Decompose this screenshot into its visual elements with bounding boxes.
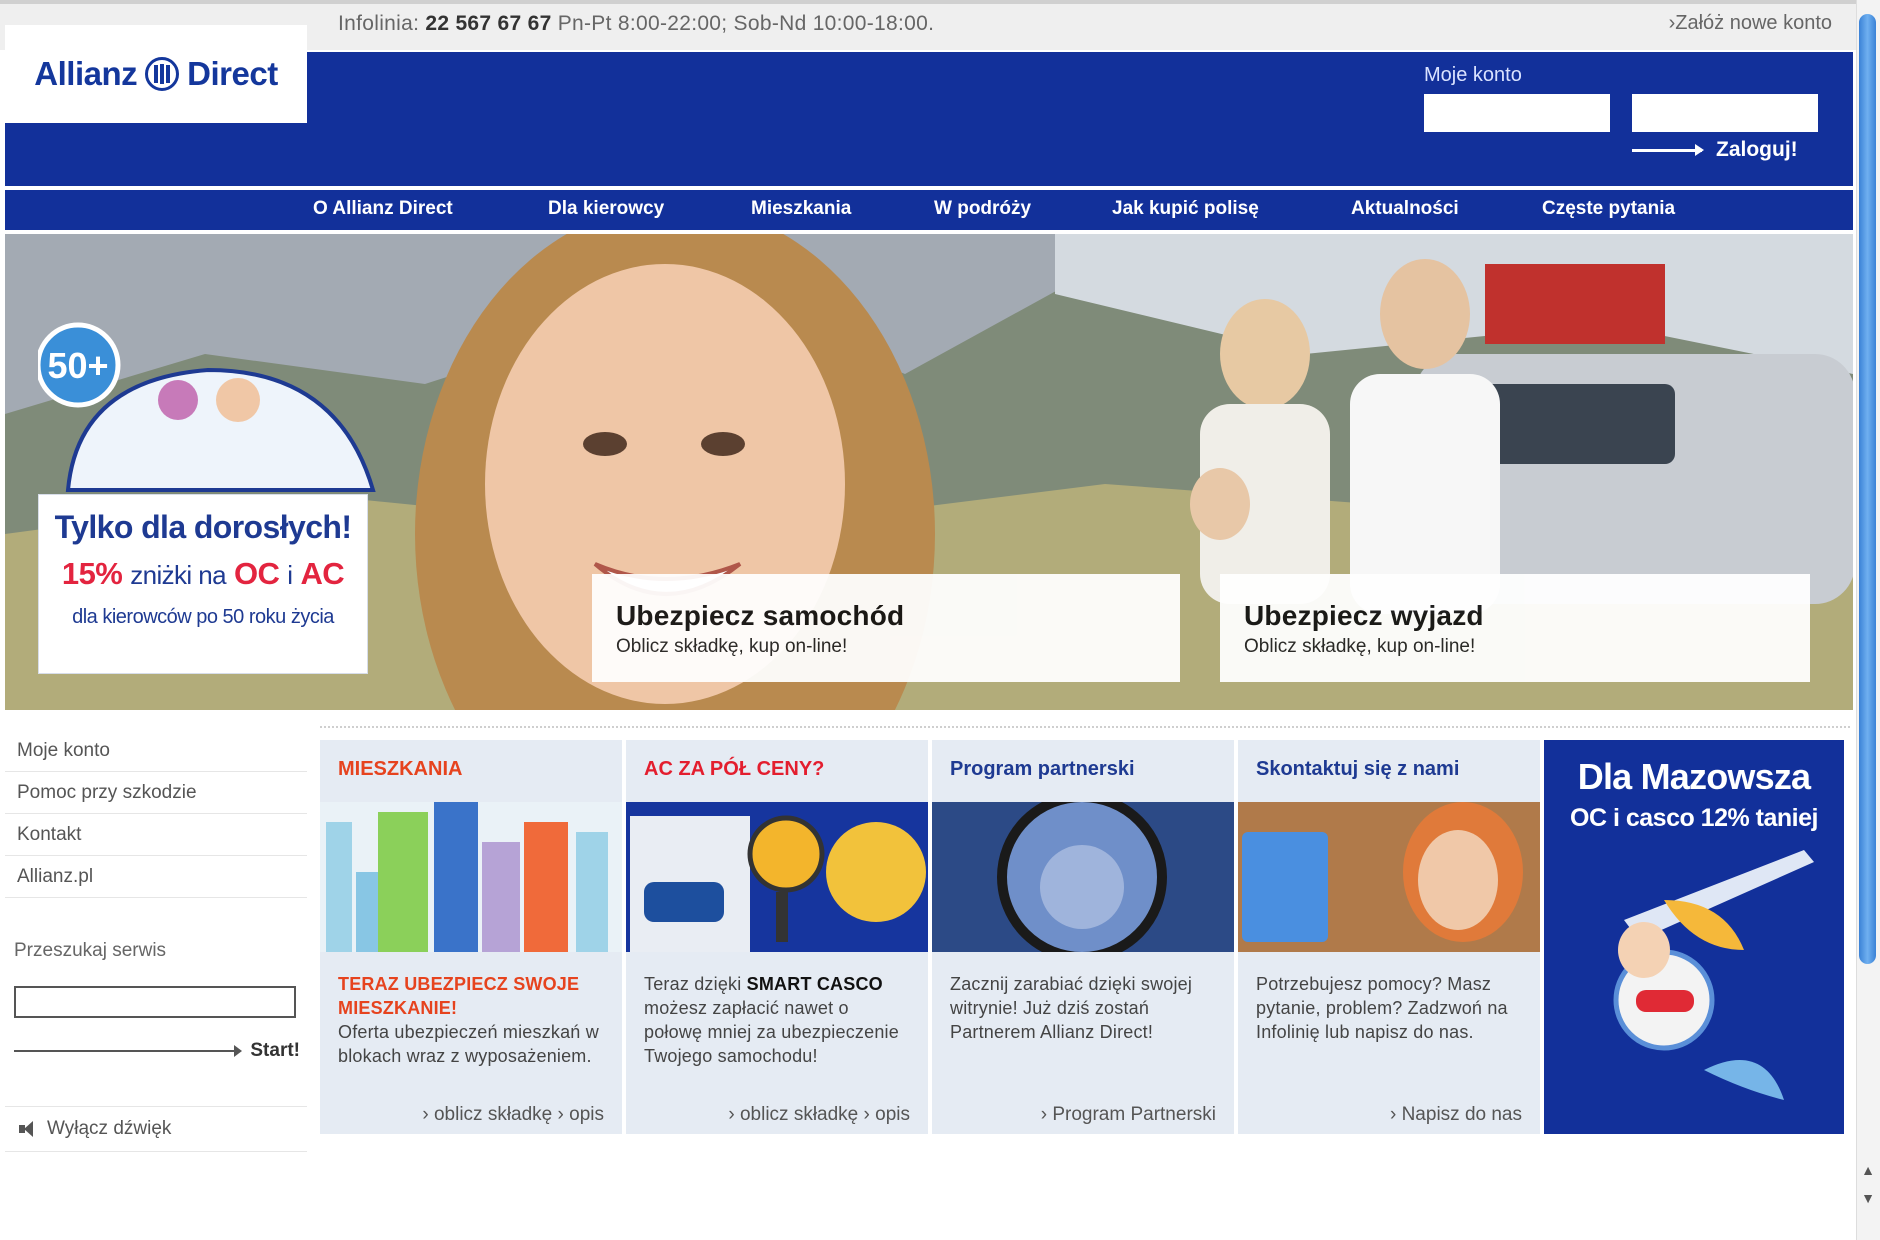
card-casco-title[interactable]: AC ZA PÓŁ CENY?	[626, 740, 928, 802]
arrow-right-icon	[14, 1045, 243, 1057]
card-contact-body: Potrzebujesz pomocy? Masz pytanie, probl…	[1256, 974, 1508, 1042]
card-homes-title[interactable]: MIESZKANIA	[320, 740, 622, 802]
content-divider	[320, 726, 1850, 728]
login-button-label: Zaloguj!	[1716, 138, 1798, 161]
insure-car-title: Ubezpiecz samochód	[616, 600, 905, 631]
card-casco-image[interactable]	[626, 802, 928, 952]
logo-text-direct: Direct	[187, 55, 278, 92]
hotline-info: Infolinia: 22 567 67 67 Pn-Pt 8:00-22:00…	[338, 12, 934, 36]
speaker-icon	[17, 1119, 37, 1139]
create-account-link[interactable]: ›Załóż nowe konto	[1669, 12, 1832, 35]
partner-program-link[interactable]: › Program Partnerski	[1041, 1104, 1216, 1125]
side-link-my-account[interactable]: Moje konto	[5, 730, 307, 772]
insure-car-box[interactable]: Ubezpiecz samochód Oblicz składkę, kup o…	[592, 574, 1180, 682]
calculate-premium-link[interactable]: › oblicz składkę	[422, 1104, 552, 1125]
search-label: Przeszukaj serwis	[14, 940, 167, 961]
promo-seniors-card[interactable]: Tylko dla dorosłych! 15% zniżki na OC i …	[38, 494, 368, 674]
allianz-eagle-icon	[145, 57, 180, 91]
card-homes-links: › oblicz składkę › opis	[422, 1104, 604, 1126]
nav-item-drivers[interactable]: Dla kierowcy	[548, 198, 664, 220]
logo-text-allianz: Allianz	[34, 55, 138, 92]
allianz-direct-logo[interactable]: Allianz Direct	[5, 25, 307, 123]
card-partner-program: Program partnerski Zacznij zarabiać dzię…	[932, 740, 1234, 1134]
promo-discount: 15% zniżki na OC i AC	[61, 556, 345, 591]
card-partner-links: › Program Partnerski	[1041, 1104, 1216, 1126]
card-partner-title[interactable]: Program partnerski	[932, 740, 1234, 802]
login-button[interactable]: Zaloguj!	[1632, 138, 1798, 162]
card-contact-title[interactable]: Skontaktuj się z nami	[1238, 740, 1540, 802]
hotline-label: Infolinia:	[338, 12, 420, 35]
nav-item-travel[interactable]: W podróży	[934, 198, 1031, 220]
login-username-field[interactable]	[1424, 94, 1610, 132]
mermaid-illustration	[1613, 850, 1814, 1100]
hotline-hours: Pn-Pt 8:00-22:00; Sob-Nd 10:00-18:00.	[557, 12, 935, 35]
mazovia-promo-banner[interactable]: Dla Mazowsza OC i casco 12% taniej	[1544, 740, 1844, 1134]
scroll-down-arrow-icon[interactable]: ▼	[1858, 1190, 1878, 1210]
sound-toggle[interactable]: Wyłącz dźwięk	[5, 1106, 307, 1152]
card-partner-image[interactable]	[932, 802, 1234, 952]
card-homes-body: TERAZ UBEZPIECZ SWOJE MIESZKANIE! Oferta…	[320, 952, 622, 1068]
mazovia-subtitle: OC i casco 12% taniej	[1570, 804, 1818, 832]
card-contact-links: › Napisz do nas	[1390, 1104, 1522, 1126]
insure-trip-box[interactable]: Ubezpiecz wyjazd Oblicz składkę, kup on-…	[1220, 574, 1810, 682]
side-link-allianz-pl[interactable]: Allianz.pl	[5, 856, 307, 898]
side-nav: Moje konto Pomoc przy szkodzie Kontakt A…	[5, 730, 307, 898]
login-password-field[interactable]	[1632, 94, 1818, 132]
search-start-button[interactable]: Start!	[14, 1040, 300, 1062]
card-casco-links: › oblicz składkę › opis	[728, 1104, 910, 1126]
write-to-us-link[interactable]: › Napisz do nas	[1390, 1104, 1522, 1125]
nav-item-homes[interactable]: Mieszkania	[751, 198, 851, 220]
card-contact-us: Skontaktuj się z nami Potrzebujesz pomoc…	[1238, 740, 1540, 1134]
card-contact-image[interactable]	[1238, 802, 1540, 952]
account-label: Moje konto	[1424, 64, 1522, 86]
side-link-claims-help[interactable]: Pomoc przy szkodzie	[5, 772, 307, 814]
card-homes: MIESZKANIA TERAZ UBEZPIECZ SWOJE MIESZKA…	[320, 740, 622, 1134]
description-link[interactable]: › opis	[558, 1104, 604, 1125]
calculate-premium-link[interactable]: › oblicz składkę	[728, 1104, 858, 1125]
card-homes-image[interactable]	[320, 802, 622, 952]
card-partner-body: Zacznij zarabiać dzięki swojej witrynie!…	[950, 974, 1193, 1042]
arrow-right-icon	[1632, 143, 1704, 156]
insure-trip-title: Ubezpiecz wyjazd	[1244, 600, 1484, 631]
svg-text:50+: 50+	[47, 345, 108, 386]
card-smart-casco: AC ZA PÓŁ CENY? Teraz dzięki SMART CASCO…	[626, 740, 928, 1134]
side-link-contact[interactable]: Kontakt	[5, 814, 307, 856]
nav-item-how-to-buy[interactable]: Jak kupić polisę	[1112, 198, 1259, 220]
scroll-up-arrow-icon[interactable]: ▲	[1858, 1162, 1878, 1182]
nav-item-about[interactable]: O Allianz Direct	[313, 198, 453, 220]
mazovia-title: Dla Mazowsza	[1577, 756, 1811, 797]
sound-toggle-label: Wyłącz dźwięk	[47, 1118, 172, 1139]
main-nav: O Allianz Direct Dla kierowcy Mieszkania…	[5, 190, 1853, 230]
promo-cartoon[interactable]: 50+	[35, 320, 378, 500]
insure-trip-subtitle: Oblicz składkę, kup on-line!	[1244, 636, 1476, 657]
nav-item-faq[interactable]: Częste pytania	[1542, 198, 1675, 220]
promo-title: Tylko dla dorosłych!	[54, 509, 352, 545]
nav-item-news[interactable]: Aktualności	[1351, 198, 1459, 220]
search-start-label: Start!	[250, 1040, 300, 1061]
hotline-phone: 22 567 67 67	[425, 12, 552, 35]
search-input[interactable]	[14, 986, 296, 1018]
card-casco-body: Teraz dzięki SMART CASCO możesz zapłacić…	[644, 974, 899, 1066]
description-link[interactable]: › opis	[864, 1104, 910, 1125]
card-homes-headline: TERAZ UBEZPIECZ SWOJE MIESZKANIE!	[338, 974, 580, 1018]
insure-car-subtitle: Oblicz składkę, kup on-line!	[616, 636, 848, 657]
promo-subtitle: dla kierowców po 50 roku życia	[72, 606, 334, 628]
scrollbar-thumb[interactable]	[1859, 14, 1876, 964]
